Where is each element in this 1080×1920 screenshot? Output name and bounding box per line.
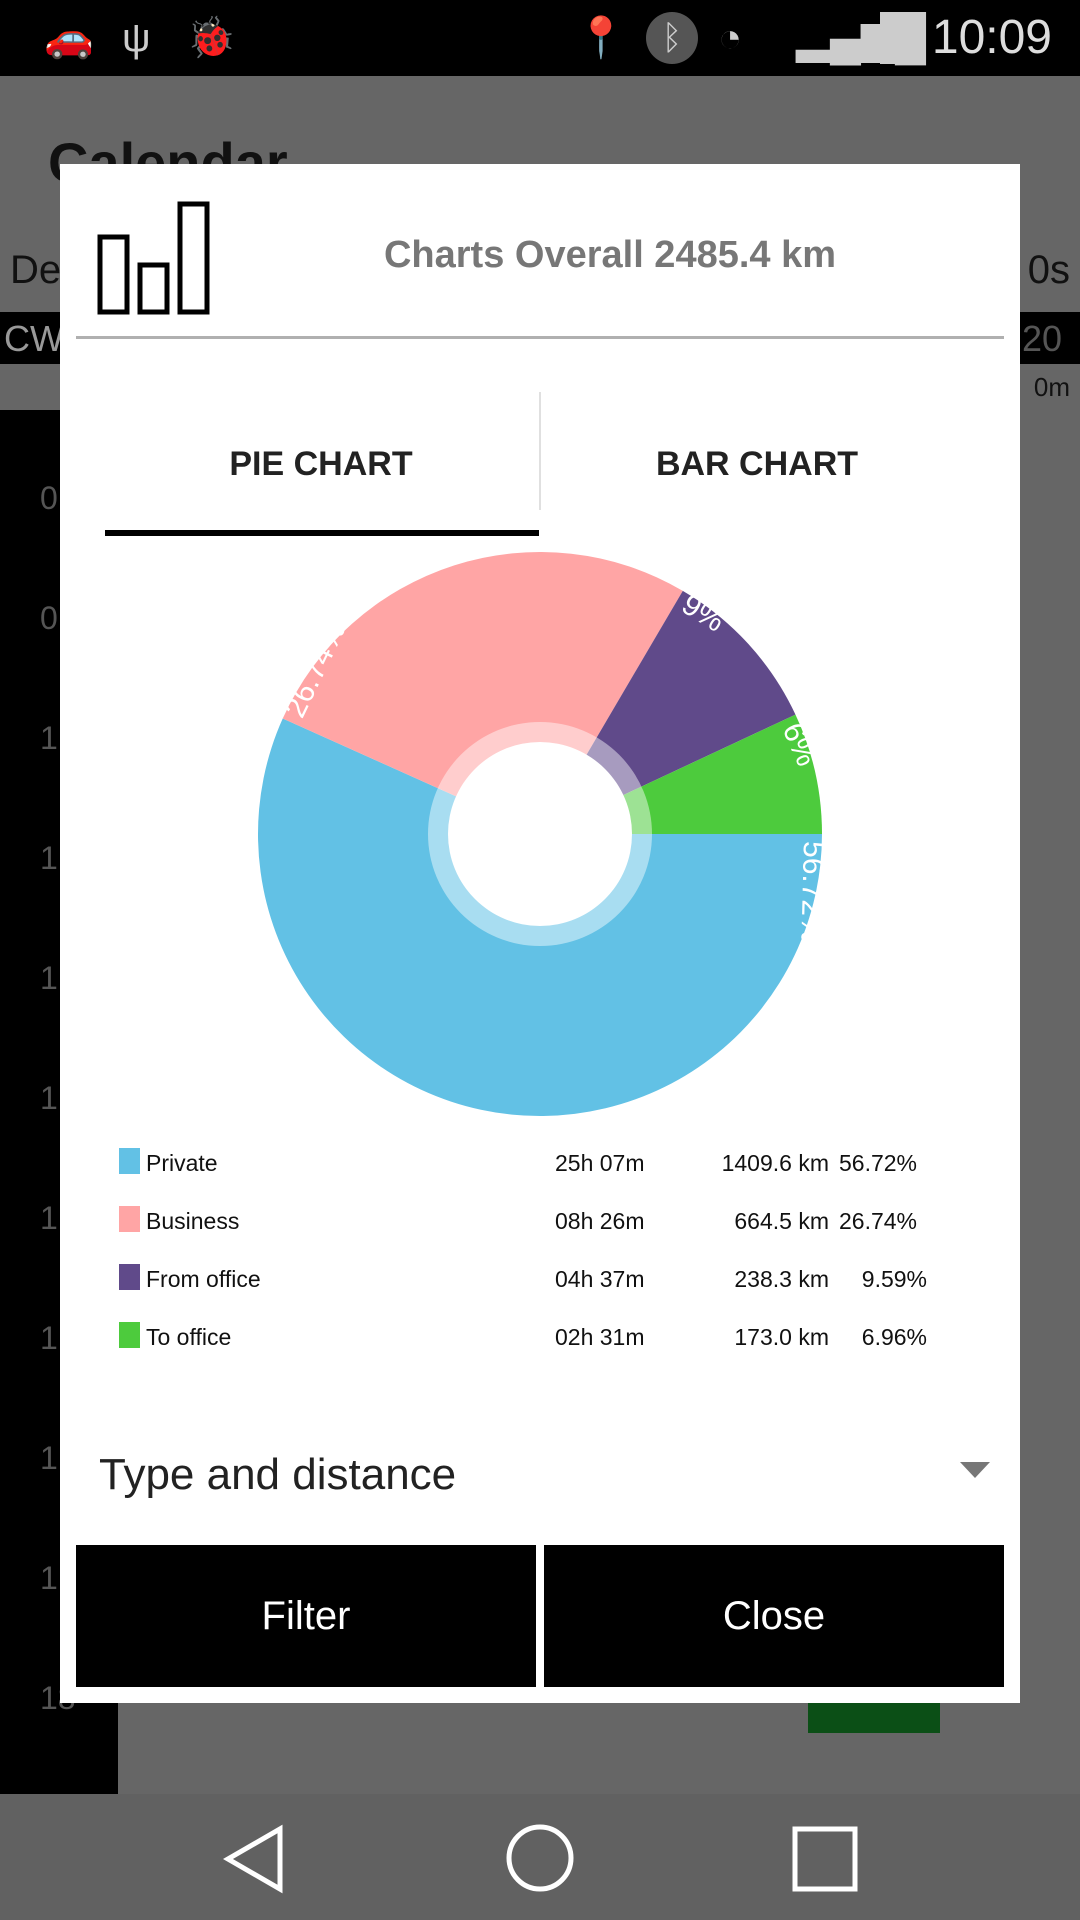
pie-chart[interactable]: 56.72%26.74%9%6% — [60, 164, 1020, 1264]
bg-row-right: 0m — [1033, 372, 1070, 402]
bg-right: 0s — [1027, 248, 1070, 292]
bg-event — [808, 1703, 940, 1733]
usb-icon: ψ — [122, 16, 151, 60]
navigation-bar — [0, 1794, 1080, 1920]
bg-month: De — [10, 248, 62, 292]
legend-row: Private 25h 07m 1409.6 km 56.72% — [60, 1144, 1020, 1184]
legend-row: Business 08h 26m 664.5 km 26.74% — [60, 1202, 1020, 1242]
dropdown-arrow-icon — [960, 1462, 990, 1478]
close-button[interactable]: Close — [544, 1545, 1004, 1687]
charts-dialog: Charts Overall 2485.4 km PIE CHART BAR C… — [60, 164, 1020, 1703]
location-icon: 📍 — [576, 16, 626, 60]
filter-button[interactable]: Filter — [76, 1545, 536, 1687]
legend-swatch — [119, 1148, 140, 1174]
status-bar: 🚗 ψ 🐞 📍 ᛒ ◔ ▂▄▆█ 10:09 — [0, 0, 1080, 76]
bg-cw-right: 20 — [1021, 318, 1062, 359]
home-icon[interactable] — [504, 1822, 576, 1894]
bug-icon: 🐞 — [186, 16, 236, 60]
bluetooth-icon: ᛒ — [646, 12, 698, 64]
car-icon: 🚗 — [44, 16, 94, 60]
legend-swatch — [119, 1322, 140, 1348]
legend-row: From office 04h 37m 238.3 km 9.59% — [60, 1260, 1020, 1300]
wifi-icon: ◔ — [718, 16, 743, 60]
chart-type-dropdown[interactable]: Type and distance — [60, 1434, 1020, 1514]
dropdown-value: Type and distance — [99, 1450, 457, 1499]
battery-charging-icon — [880, 12, 914, 64]
slice-label: 56.72% — [794, 841, 830, 944]
legend-row: To office 02h 31m 173.0 km 6.96% — [60, 1318, 1020, 1358]
clock: 10:09 — [931, 11, 1052, 64]
back-icon[interactable] — [222, 1824, 286, 1894]
recents-icon[interactable] — [790, 1824, 860, 1894]
legend-swatch — [119, 1206, 140, 1232]
legend-swatch — [119, 1264, 140, 1290]
donut-hole — [448, 742, 632, 926]
bg-cw: CW — [4, 318, 64, 359]
